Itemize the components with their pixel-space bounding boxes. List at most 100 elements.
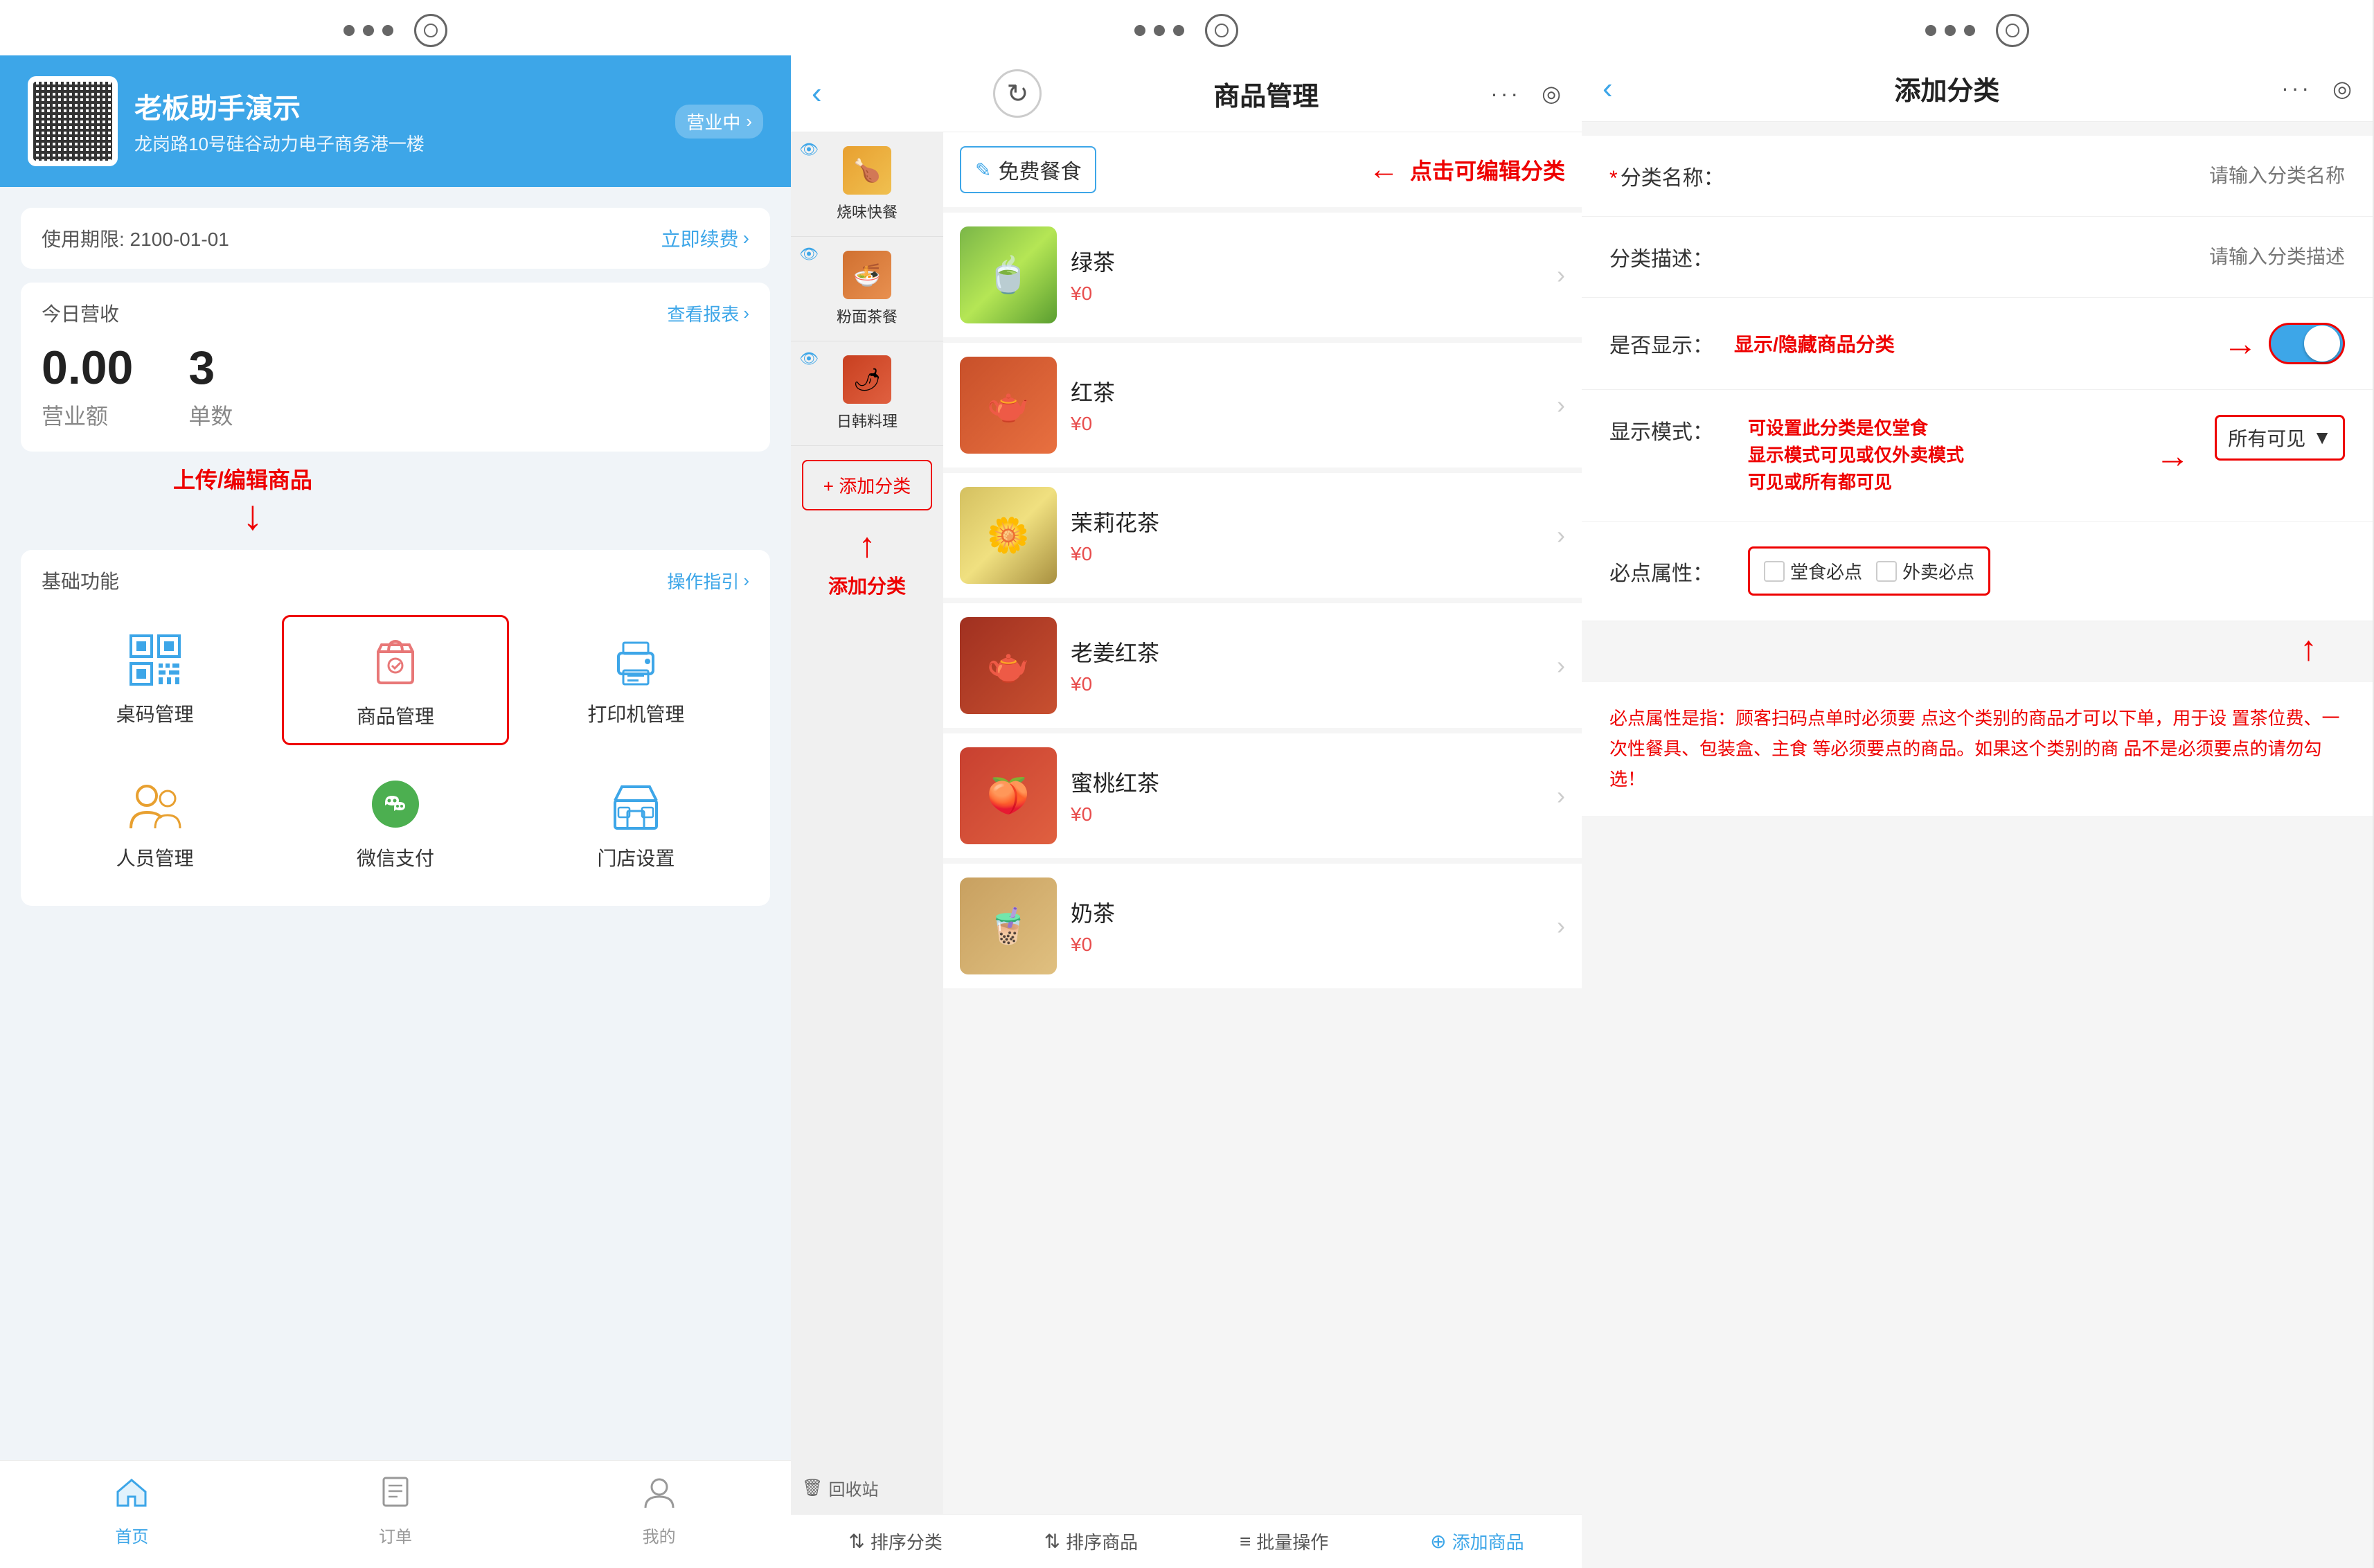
product-item-red-tea[interactable]: 🫖 红茶 ¥0 › <box>943 343 1582 467</box>
p3-dot-2 <box>1945 25 1956 36</box>
revenue-header: 今日营收 查看报表 › <box>42 299 749 327</box>
order-nav-icon <box>378 1475 413 1517</box>
arrow-left-icon: ← <box>1368 152 1399 187</box>
must-dine-in-item[interactable]: 堂食必点 <box>1764 558 1862 584</box>
p3-more-dots-icon[interactable]: ··· <box>2281 75 2312 101</box>
must-checkboxes-container: 堂食必点 外卖必点 <box>1748 546 1990 596</box>
add-category-form: 分类名称： 分类描述： 是否显示： 显示/隐藏商品分类 → 显示模式： 可设置此… <box>1582 136 2373 621</box>
store-status-badge[interactable]: 营业中 › <box>675 105 763 139</box>
sort-category-label: 排序分类 <box>871 1529 943 1554</box>
green-tea-price: ¥0 <box>1071 283 1543 305</box>
func-printer[interactable]: 打印机管理 <box>523 615 749 745</box>
click-annotation-container: ← 点击可编辑分类 <box>1368 152 1565 187</box>
add-category-annotation: 添加分类 <box>791 571 943 599</box>
desc-input[interactable] <box>1748 246 2345 268</box>
must-delivery-item[interactable]: 外卖必点 <box>1876 558 1974 584</box>
recycle-bin-button[interactable]: 🗑 回收站 <box>791 1462 943 1514</box>
func-staff[interactable]: 人员管理 <box>42 759 268 885</box>
nav-order[interactable]: 订单 <box>264 1475 528 1547</box>
product-item-peach-tea[interactable]: 🍑 蜜桃红茶 ¥0 › <box>943 733 1582 858</box>
sort-category-button[interactable]: ⇅ 排序分类 <box>848 1529 942 1554</box>
expiry-bar: 使用期限: 2100-01-01 立即续费 › <box>21 208 770 269</box>
sidebar-item-korean[interactable]: 👁 🌶 日韩料理 <box>791 341 943 446</box>
func-store[interactable]: 门店设置 <box>523 759 749 885</box>
desc-label: 分类描述： <box>1609 242 1734 272</box>
batch-op-label: 批量操作 <box>1256 1529 1328 1554</box>
func-staff-label: 人员管理 <box>116 844 194 871</box>
p2-status-dots <box>1134 25 1184 36</box>
sort-product-label: 排序商品 <box>1066 1529 1138 1554</box>
product-item-jasmine-tea[interactable]: 🌼 茉莉花茶 ¥0 › <box>943 473 1582 598</box>
batch-op-icon: ≡ <box>1240 1531 1251 1553</box>
upload-annotation-container: 上传/编辑商品 ↓ <box>0 452 791 536</box>
batch-op-button[interactable]: ≡ 批量操作 <box>1240 1529 1328 1554</box>
func-product[interactable]: 商品管理 <box>282 615 508 745</box>
nav-order-label: 订单 <box>379 1523 412 1547</box>
back-button[interactable]: ‹ <box>812 76 822 111</box>
sidebar-korean-label: 日韩料理 <box>837 409 898 431</box>
milk-tea-price: ¥0 <box>1071 934 1543 956</box>
sidebar-noodle-label: 粉面茶餐 <box>837 305 898 327</box>
guide-text: 操作指引 <box>667 568 739 594</box>
delivery-checkbox[interactable] <box>1876 561 1897 582</box>
sidebar-item-fast-food[interactable]: 👁 🍗 烧味快餐 <box>791 132 943 237</box>
peach-tea-name: 蜜桃红茶 <box>1071 766 1543 798</box>
show-toggle[interactable] <box>2269 323 2345 364</box>
sort-product-button[interactable]: ⇅ 排序商品 <box>1044 1529 1138 1554</box>
green-tea-info: 绿茶 ¥0 <box>1071 245 1543 305</box>
add-category-topbar: ‹ 添加分类 ··· ◎ <box>1582 55 2373 122</box>
func-wechat-label: 微信支付 <box>357 844 434 871</box>
revenue-order-item: 3 单数 <box>188 341 233 431</box>
phone2-status-bar <box>791 0 1582 55</box>
store-header: 老板助手演示 龙岗路10号硅谷动力电子商务港一楼 营业中 › <box>0 55 791 187</box>
form-row-must: 必点属性： 堂食必点 外卖必点 <box>1582 522 2373 621</box>
display-mode-annotation: 可设置此分类是仅堂食显示模式可见或仅外卖模式可见或所有都可见 <box>1748 415 2130 496</box>
product-item-green-tea[interactable]: 🍵 绿茶 ¥0 › <box>943 213 1582 337</box>
category-sidebar: 👁 🍗 烧味快餐 👁 🍜 粉面茶餐 👁 🌶 日韩料理 + 添加分类 ↑ 添加分类 <box>791 132 943 1514</box>
phone3-status-bar <box>1582 0 2373 55</box>
p2-camera-inner <box>1215 24 1229 37</box>
peach-tea-info: 蜜桃红茶 ¥0 <box>1071 766 1543 826</box>
display-mode-select[interactable]: 所有可见 ▼ <box>2215 415 2345 461</box>
nav-profile[interactable]: 我的 <box>527 1475 791 1547</box>
p3-dot-1 <box>1925 25 1936 36</box>
product-item-ginger-tea[interactable]: 🫖 老姜红茶 ¥0 › <box>943 603 1582 728</box>
report-link[interactable]: 查看报表 › <box>667 301 749 326</box>
show-label: 是否显示： <box>1609 328 1734 359</box>
revenue-amount-item: 0.00 营业额 <box>42 341 133 431</box>
nav-home[interactable]: 首页 <box>0 1475 264 1547</box>
store-icon <box>605 773 667 835</box>
sidebar-item-noodle[interactable]: 👁 🍜 粉面茶餐 <box>791 237 943 341</box>
renew-link[interactable]: 立即续费 › <box>661 224 749 252</box>
renew-chevron-icon: › <box>743 227 749 249</box>
product-item-milk-tea[interactable]: 🧋 奶茶 ¥0 › <box>943 864 1582 988</box>
product-page-title: 商品管理 <box>1213 75 1319 113</box>
store-qr-code[interactable] <box>28 76 118 166</box>
functions-card: 基础功能 操作指引 › <box>21 550 770 906</box>
add-product-button[interactable]: ⊕ 添加商品 <box>1430 1529 1524 1554</box>
func-product-label: 商品管理 <box>357 702 434 729</box>
form-row-name: 分类名称： <box>1582 136 2373 217</box>
add-category-button[interactable]: + 添加分类 <box>802 460 932 510</box>
p3-back-button[interactable]: ‹ <box>1603 71 1613 106</box>
func-qrcode-label: 桌码管理 <box>116 700 194 727</box>
staff-icon <box>124 773 186 835</box>
upload-annotation-text: 上传/编辑商品 <box>173 463 312 495</box>
more-dots-icon[interactable]: ··· <box>1490 81 1521 107</box>
name-input[interactable] <box>1748 165 2345 187</box>
recycle-icon: 🗑 <box>802 1478 823 1498</box>
target-icon[interactable]: ◎ <box>1542 80 1561 107</box>
refresh-button[interactable]: ↻ <box>993 69 1042 118</box>
peach-tea-img: 🍑 <box>960 747 1057 844</box>
must-arrow-up-icon: ↑ <box>2300 628 2317 668</box>
display-mode-value: 所有可见 <box>2228 424 2305 452</box>
func-wechat[interactable]: 微信支付 <box>282 759 508 885</box>
func-qrcode[interactable]: 桌码管理 <box>42 615 268 745</box>
sidebar-spacer <box>791 599 943 1462</box>
edit-pencil-icon: ✎ <box>975 159 991 181</box>
p3-target-icon[interactable]: ◎ <box>2332 75 2352 102</box>
revenue-title: 今日营收 <box>42 299 119 327</box>
dine-in-checkbox[interactable] <box>1764 561 1785 582</box>
guide-link[interactable]: 操作指引 › <box>667 568 749 594</box>
category-name-editable[interactable]: ✎ 免费餐食 <box>960 146 1096 193</box>
